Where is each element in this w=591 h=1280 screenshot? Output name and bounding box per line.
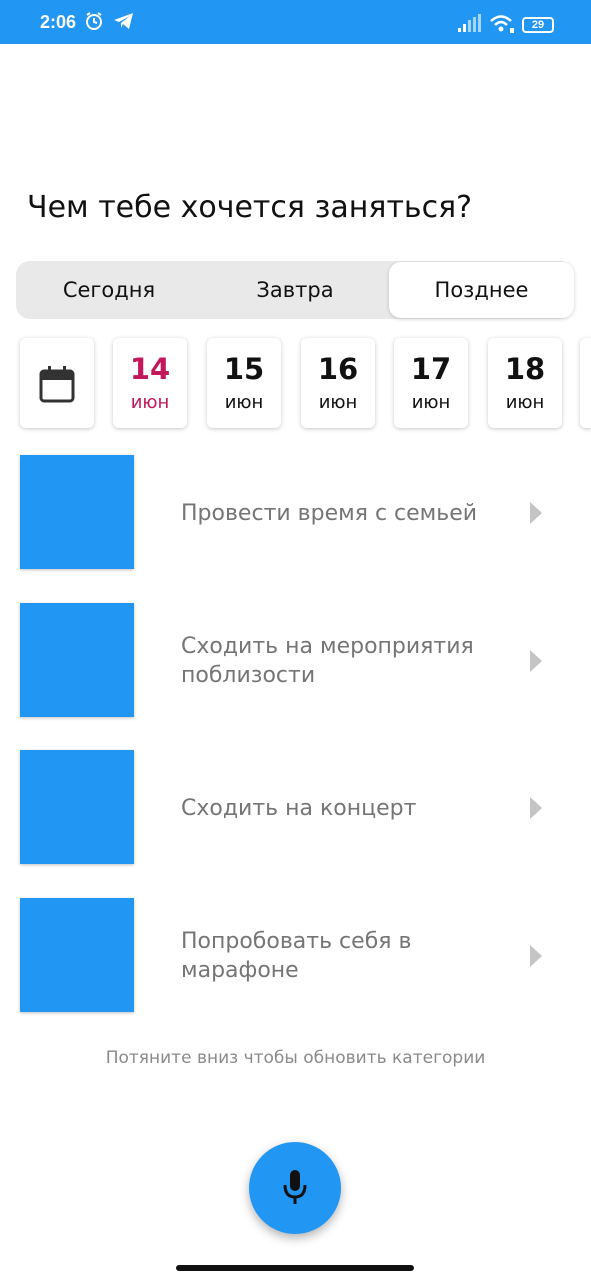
date-day: 17 — [410, 352, 452, 386]
category-item[interactable]: Попробовать себя в марафоне — [0, 898, 591, 1014]
category-label: Сходить на концерт — [181, 796, 417, 821]
microphone-icon — [282, 1169, 308, 1212]
status-bar: 2:06 29 — [0, 0, 591, 44]
date-day: 15 — [223, 352, 265, 386]
status-time: 2:06 — [40, 12, 77, 32]
date-card-partial[interactable] — [580, 338, 591, 428]
home-indicator — [176, 1265, 414, 1271]
page-title: Чем тебе хочется заняться? — [27, 190, 473, 225]
category-item[interactable]: Провести время с семьей — [0, 455, 591, 571]
tab-today[interactable]: Сегодня — [16, 261, 202, 319]
date-card-18[interactable]: 18 июн — [488, 338, 562, 428]
chevron-right-icon — [530, 797, 542, 819]
tab-tomorrow[interactable]: Завтра — [202, 261, 388, 319]
date-day: 14 — [129, 352, 171, 386]
date-day: 16 — [317, 352, 359, 386]
category-thumbnail — [20, 603, 134, 717]
calendar-button[interactable] — [20, 338, 94, 428]
date-month: июн — [224, 392, 264, 413]
date-month: июн — [130, 392, 170, 413]
refresh-hint: Потяните вниз чтобы обновить категории — [105, 1048, 486, 1068]
chevron-right-icon — [530, 945, 542, 967]
wifi-icon — [489, 14, 515, 39]
date-day: 18 — [504, 352, 546, 386]
chevron-right-icon — [530, 650, 542, 672]
category-item[interactable]: Сходить на концерт — [0, 750, 591, 866]
date-card-15[interactable]: 15 июн — [207, 338, 281, 428]
signal-icon — [458, 14, 482, 37]
category-label: Сходить на мероприятия поблизости — [181, 634, 474, 688]
date-month: июн — [411, 392, 451, 413]
category-item[interactable]: Сходить на мероприятия поблизости — [0, 603, 591, 719]
category-thumbnail — [20, 898, 134, 1012]
chevron-right-icon — [530, 502, 542, 524]
date-card-16[interactable]: 16 июн — [301, 338, 375, 428]
date-month: июн — [505, 392, 545, 413]
telegram-icon — [113, 11, 135, 36]
date-month: июн — [318, 392, 358, 413]
voice-input-button[interactable] — [249, 1142, 341, 1234]
alarm-icon — [84, 11, 104, 36]
date-card-17[interactable]: 17 июн — [394, 338, 468, 428]
date-card-14[interactable]: 14 июн — [113, 338, 187, 428]
tab-later[interactable]: Позднее — [389, 262, 574, 318]
day-tabs: Сегодня Завтра Позднее — [16, 261, 574, 319]
category-label: Провести время с семьей — [181, 501, 478, 526]
calendar-icon — [39, 365, 75, 408]
category-label: Попробовать себя в марафоне — [181, 929, 412, 983]
battery-icon: 29 — [522, 15, 554, 33]
category-thumbnail — [20, 750, 134, 864]
category-thumbnail — [20, 455, 134, 569]
